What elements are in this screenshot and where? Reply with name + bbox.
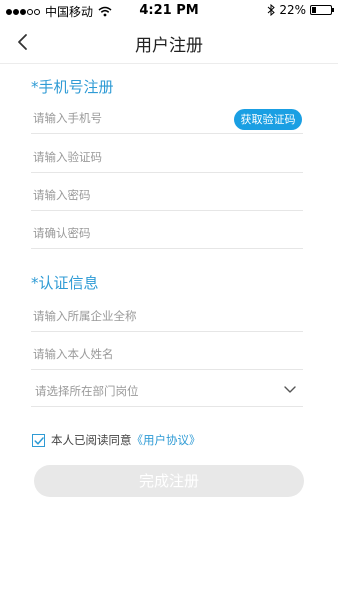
code-input[interactable] bbox=[33, 147, 223, 167]
bluetooth-icon bbox=[267, 4, 276, 16]
password-field bbox=[31, 181, 303, 211]
agreement-text: 本人已阅读同意 bbox=[51, 433, 132, 447]
page-title: 用户注册 bbox=[135, 36, 203, 56]
company-input[interactable] bbox=[33, 306, 223, 326]
verify-section-title: *认证信息 bbox=[31, 274, 99, 292]
department-select[interactable]: 请选择所在部门岗位 bbox=[31, 377, 303, 407]
battery-fill bbox=[312, 7, 316, 13]
company-field bbox=[31, 302, 303, 332]
complete-registration-button[interactable]: 完成注册 bbox=[34, 465, 304, 497]
check-icon bbox=[34, 436, 44, 445]
battery-percent: 22% bbox=[279, 3, 306, 17]
nav-bar: 用户注册 bbox=[0, 20, 338, 64]
department-select-text: 请选择所在部门岗位 bbox=[35, 384, 139, 398]
status-right: 22% bbox=[267, 3, 334, 17]
status-bar: 中国移动 4:21 PM 22% bbox=[0, 0, 338, 20]
agreement-checkbox[interactable] bbox=[32, 433, 45, 447]
battery-icon bbox=[310, 5, 334, 15]
password-input[interactable] bbox=[33, 185, 223, 205]
name-field bbox=[31, 340, 303, 370]
confirm-password-input[interactable] bbox=[33, 223, 223, 243]
code-field bbox=[31, 143, 303, 173]
phone-input[interactable] bbox=[33, 108, 223, 128]
name-input[interactable] bbox=[33, 344, 223, 364]
confirm-password-field bbox=[31, 219, 303, 249]
chevron-down-icon bbox=[284, 386, 296, 393]
phone-section-title: *手机号注册 bbox=[31, 78, 114, 96]
agreement-row: 本人已阅读同意 《用户协议》 bbox=[32, 432, 201, 448]
get-code-button[interactable]: 获取验证码 bbox=[234, 109, 302, 130]
user-agreement-link[interactable]: 《用户协议》 bbox=[132, 432, 201, 448]
